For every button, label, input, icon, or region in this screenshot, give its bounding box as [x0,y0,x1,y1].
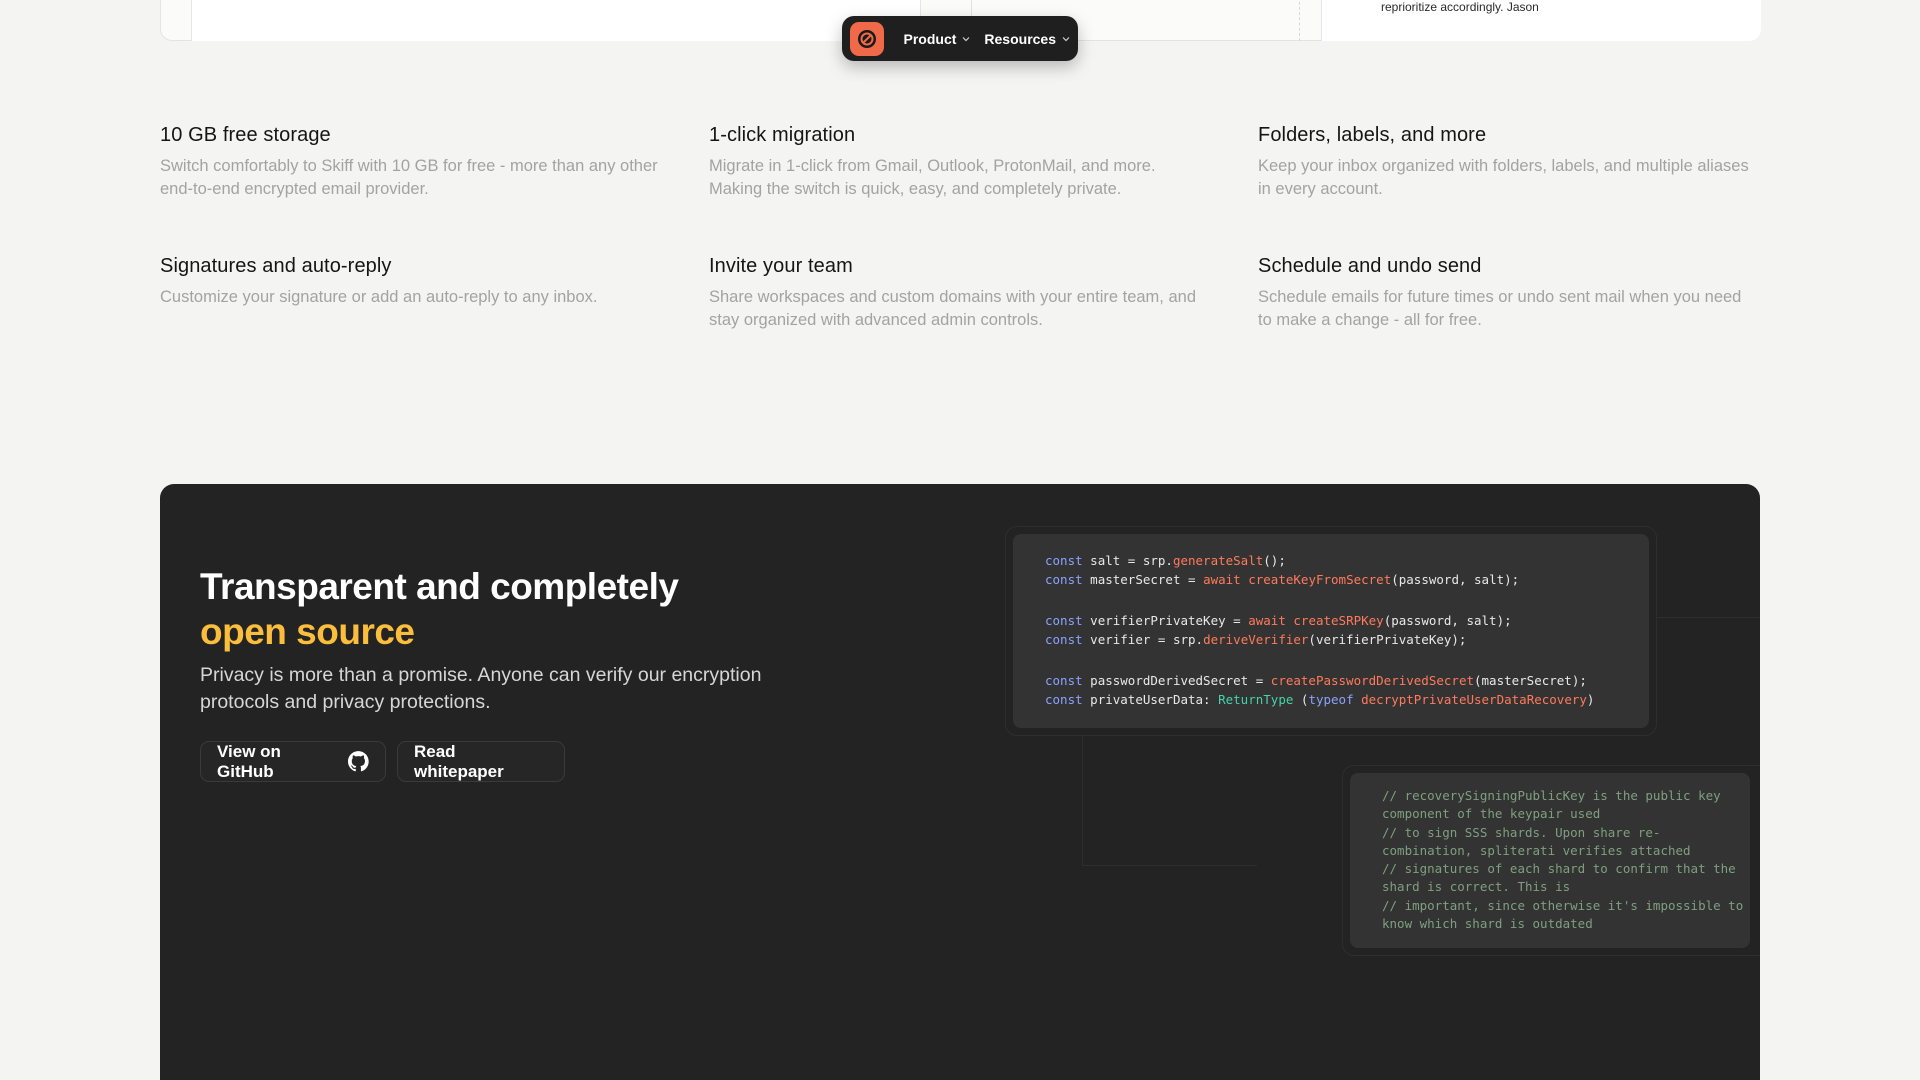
nav-product[interactable]: Product [904,31,971,47]
code-line: combination, spliterati verifies attache… [1382,842,1691,858]
github-button-label: View on GitHub [217,741,281,781]
feature-schedule: Schedule and undo send Schedule emails f… [1258,255,1760,332]
feature-title: Signatures and auto-reply [160,255,392,277]
code-line: // recoverySigningPublicKey is the publi… [1382,788,1721,803]
feature-title: Folders, labels, and more [1258,124,1487,146]
divider [1299,0,1300,41]
code-snippet-comment: // recoverySigningPublicKey is the publi… [1350,773,1750,948]
feature-description: Switch comfortably to Skiff with 10 GB f… [160,157,658,198]
code-line: // signatures of each shard to confirm t… [1382,861,1736,877]
headline-accent: open source [200,611,415,652]
nav-resources[interactable]: Resources [984,31,1070,47]
features-grid: 10 GB free storage Switch comfortably to… [160,124,1760,332]
code-line: // to sign SSS shards. Upon share re- [1382,824,1661,840]
feature-signatures: Signatures and auto-reply Customize your… [160,255,709,332]
connector-line [1657,617,1760,618]
feature-migration: 1-click migration Migrate in 1-click fro… [709,124,1258,201]
card-panel-left [191,0,921,41]
code-snippet-srp: const salt = srp.generateSalt(); const ma… [1013,534,1649,728]
feature-description: Share workspaces and custom domains with… [709,288,1196,329]
section-headline: Transparent and completely open source [200,564,679,654]
whitepaper-button-label: Read whitepaper [414,741,504,781]
feature-description: Keep your inbox organized with folders, … [1258,157,1749,198]
feature-team: Invite your team Share workspaces and cu… [709,255,1258,332]
code-line: const passwordDerivedSecret = createPass… [1045,673,1587,688]
feature-storage: 10 GB free storage Switch comfortably to… [160,124,709,201]
github-icon [348,751,369,772]
feature-title: 1-click migration [709,124,856,146]
chevron-down-icon [962,36,970,41]
feature-description: Migrate in 1-click from Gmail, Outlook, … [709,157,1156,198]
nav-product-label: Product [903,30,957,47]
skiff-logo-icon[interactable] [850,21,884,56]
feature-title: Schedule and undo send [1258,255,1482,277]
feature-folders: Folders, labels, and more Keep your inbo… [1258,124,1760,201]
open-source-section: Transparent and completely open source P… [160,484,1760,1080]
feature-title: Invite your team [709,255,853,277]
section-subtitle: Privacy is more than a promise. Anyone c… [200,664,762,713]
code-line: const verifierPrivateKey = await createS… [1045,613,1512,628]
testimonial-text: reprioritize accordingly. Jason [1381,0,1539,14]
code-line: const privateUserData: ReturnType (typeo… [1045,691,1595,707]
connector-line [1082,865,1257,866]
headline-line: Transparent and completely [200,566,679,607]
code-line: const masterSecret = await createKeyFrom… [1045,571,1520,587]
code-line: component of the keypair used [1382,806,1601,822]
read-whitepaper-button[interactable]: Read whitepaper [397,741,565,782]
code-line: const salt = srp.generateSalt(); [1045,553,1286,568]
code-line: // important, since otherwise it's impos… [1382,897,1744,913]
feature-title: 10 GB free storage [160,124,331,146]
view-on-github-button[interactable]: View on GitHub [200,741,386,782]
feature-description: Schedule emails for future times or undo… [1258,288,1742,329]
code-line: know which shard is outdated [1382,916,1593,932]
floating-nav: Product Resources [842,16,1078,61]
connector-line [1082,736,1083,866]
chevron-down-icon [1062,36,1070,41]
code-line: shard is correct. This is [1382,879,1571,895]
feature-description: Customize your signature or add an auto-… [160,288,598,306]
nav-resources-label: Resources [984,30,1056,47]
code-line: const verifier = srp.deriveVerifier(veri… [1045,631,1467,647]
